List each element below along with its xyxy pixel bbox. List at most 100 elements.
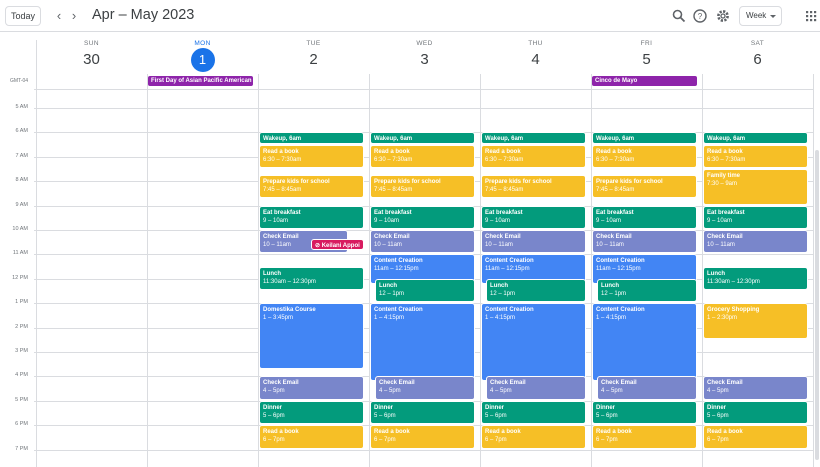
calendar-event[interactable]: Content Creation 1 – 4:15pm bbox=[370, 303, 475, 382]
calendar-event[interactable]: Family time 7:30 – 9am bbox=[703, 169, 808, 205]
day-number[interactable]: 1 bbox=[190, 48, 215, 72]
chevron-left-icon[interactable]: ‹ bbox=[52, 8, 66, 24]
today-button[interactable]: Today bbox=[5, 6, 41, 26]
all-day-event[interactable]: First Day of Asian Pacific American bbox=[148, 76, 253, 86]
calendar-event[interactable]: Wakeup, 6am bbox=[703, 132, 808, 144]
calendar-event[interactable]: Check Email 4 – 5pm bbox=[597, 376, 697, 400]
day-of-week-label: FRI bbox=[640, 40, 653, 47]
calendar-event[interactable]: Dinner 5 – 6pm bbox=[703, 400, 808, 425]
calendar-event[interactable]: Lunch 12 – 1pm bbox=[597, 278, 697, 303]
calendar-event[interactable]: Read a book 6 – 7pm bbox=[481, 425, 586, 449]
calendar-event[interactable]: Check Email 10 – 11am bbox=[481, 230, 586, 254]
calendar-event[interactable]: Grocery Shopping 1 – 2:30pm bbox=[703, 303, 808, 339]
calendar-event[interactable]: Content Creation 1 – 4:15pm bbox=[592, 303, 697, 382]
event-title: Lunch bbox=[263, 270, 281, 277]
event-title: Wakeup, 6am bbox=[374, 136, 413, 143]
gear-icon[interactable] bbox=[715, 8, 731, 24]
event-time: 11:30am – 12:30pm bbox=[707, 278, 760, 285]
calendar-event[interactable]: Read a book 6:30 – 7:30am bbox=[259, 144, 364, 168]
calendar-event[interactable]: Eat breakfast 9 – 10am bbox=[703, 205, 808, 229]
calendar-event[interactable]: Check Email 10 – 11am bbox=[370, 230, 475, 254]
svg-text:?: ? bbox=[698, 12, 703, 21]
calendar-event[interactable]: Read a book 6:30 – 7:30am bbox=[592, 144, 697, 168]
hour-label: 8 AM bbox=[15, 177, 28, 184]
event-title: Domestika Course bbox=[263, 307, 316, 314]
calendar-event[interactable]: Check Email 4 – 5pm bbox=[486, 376, 586, 400]
calendar-event[interactable]: Wakeup, 6am bbox=[259, 132, 364, 144]
calendar-event[interactable]: Eat breakfast 9 – 10am bbox=[370, 205, 475, 229]
calendar-event[interactable]: Wakeup, 6am bbox=[370, 132, 475, 144]
hour-label: 9 AM bbox=[15, 201, 28, 208]
event-time: 7:30 – 9am bbox=[707, 181, 738, 187]
event-time: 1 – 4:15pm bbox=[596, 315, 627, 322]
event-time: 5 – 6pm bbox=[596, 412, 618, 419]
event-time: 7:45 – 8:45am bbox=[485, 187, 524, 194]
event-time: 4 – 5pm bbox=[707, 388, 729, 395]
scrollbar[interactable] bbox=[815, 150, 819, 460]
calendar-event[interactable]: Prepare kids for school 7:45 – 8:45am bbox=[259, 175, 364, 199]
event-title: Lunch bbox=[379, 282, 397, 289]
day-header[interactable]: THU 4 bbox=[480, 40, 591, 74]
event-title: Wakeup, 6am bbox=[707, 136, 746, 143]
calendar-event[interactable]: Content Creation 1 – 4:15pm bbox=[481, 303, 586, 382]
calendar-event[interactable]: ⊘ Keilani Appoin bbox=[311, 238, 364, 250]
calendar-event[interactable]: Check Email 10 – 11am bbox=[592, 230, 697, 254]
calendar-event[interactable]: Prepare kids for school 7:45 – 8:45am bbox=[481, 175, 586, 199]
help-icon[interactable]: ? bbox=[692, 8, 708, 24]
calendar-event[interactable]: Dinner 5 – 6pm bbox=[259, 400, 364, 425]
calendar-event[interactable]: Check Email 4 – 5pm bbox=[259, 376, 364, 400]
day-of-week-label: MON bbox=[194, 40, 211, 47]
event-time: 4 – 5pm bbox=[263, 388, 285, 395]
calendar-event[interactable]: Read a book 6 – 7pm bbox=[592, 425, 697, 449]
calendar-event[interactable]: Dinner 5 – 6pm bbox=[592, 400, 697, 425]
calendar-event[interactable]: Prepare kids for school 7:45 – 8:45am bbox=[370, 175, 475, 199]
calendar-event[interactable]: Domestika Course 1 – 3:45pm bbox=[259, 303, 364, 370]
day-header[interactable]: TUE 2 bbox=[258, 40, 369, 74]
day-header[interactable]: FRI 5 bbox=[591, 40, 702, 74]
calendar-event[interactable]: Prepare kids for school 7:45 – 8:45am bbox=[592, 175, 697, 199]
calendar-event[interactable]: Read a book 6:30 – 7:30am bbox=[481, 144, 586, 168]
calendar-event[interactable]: Eat breakfast 9 – 10am bbox=[592, 205, 697, 229]
day-header[interactable]: WED 3 bbox=[369, 40, 480, 74]
calendar-event[interactable]: Lunch 11:30am – 12:30pm bbox=[703, 266, 808, 290]
day-number[interactable]: 5 bbox=[591, 51, 702, 69]
apps-grid-icon[interactable] bbox=[803, 8, 819, 24]
all-day-event[interactable]: Cinco de Mayo bbox=[592, 76, 697, 86]
calendar-event[interactable]: Read a book 6 – 7pm bbox=[259, 425, 364, 449]
event-title: Read a book bbox=[485, 429, 521, 436]
calendar-event[interactable]: Check Email 4 – 5pm bbox=[375, 376, 475, 400]
calendar-event[interactable]: Dinner 5 – 6pm bbox=[481, 400, 586, 425]
day-header[interactable]: SAT 6 bbox=[702, 40, 813, 74]
hour-label: 5 AM bbox=[15, 104, 28, 110]
calendar-event[interactable]: Lunch 11:30am – 12:30pm bbox=[259, 266, 364, 290]
calendar-event[interactable]: Read a book 6:30 – 7:30am bbox=[370, 144, 475, 168]
day-header[interactable]: SUN 30 bbox=[36, 40, 147, 74]
event-title: Dinner bbox=[374, 404, 394, 411]
day-header[interactable]: MON 1 bbox=[147, 40, 258, 74]
day-number[interactable]: 4 bbox=[480, 51, 591, 69]
calendar-event[interactable]: Dinner 5 – 6pm bbox=[370, 400, 475, 425]
day-number[interactable]: 3 bbox=[369, 51, 480, 69]
calendar-event[interactable]: Check Email 10 – 11am bbox=[703, 230, 808, 254]
calendar-event[interactable]: Read a book 6:30 – 7:30am bbox=[703, 144, 808, 168]
hour-gridline bbox=[34, 108, 813, 109]
calendar-event[interactable]: Wakeup, 6am bbox=[481, 132, 586, 144]
calendar-event[interactable]: Eat breakfast 9 – 10am bbox=[481, 205, 586, 229]
day-number[interactable]: 2 bbox=[258, 51, 369, 69]
calendar-event[interactable]: Read a book 6 – 7pm bbox=[703, 425, 808, 449]
calendar-event[interactable]: Wakeup, 6am bbox=[592, 132, 697, 144]
chevron-right-icon[interactable]: › bbox=[67, 8, 81, 24]
event-time: 11am – 12:15pm bbox=[485, 266, 530, 273]
day-number[interactable]: 30 bbox=[36, 51, 147, 69]
event-time: 10 – 11am bbox=[596, 242, 624, 248]
event-title: Check Email bbox=[707, 380, 743, 387]
day-number[interactable]: 6 bbox=[702, 51, 813, 69]
calendar-event[interactable]: Lunch 12 – 1pm bbox=[375, 278, 475, 303]
calendar-event[interactable]: Read a book 6 – 7pm bbox=[370, 425, 475, 449]
event-time: 5 – 6pm bbox=[485, 412, 507, 419]
search-icon[interactable] bbox=[671, 8, 687, 24]
calendar-event[interactable]: Check Email 4 – 5pm bbox=[703, 376, 808, 400]
calendar-event[interactable]: Eat breakfast 9 – 10am bbox=[259, 205, 364, 229]
calendar-event[interactable]: Lunch 12 – 1pm bbox=[486, 278, 586, 303]
view-selector[interactable]: Week bbox=[739, 6, 782, 26]
